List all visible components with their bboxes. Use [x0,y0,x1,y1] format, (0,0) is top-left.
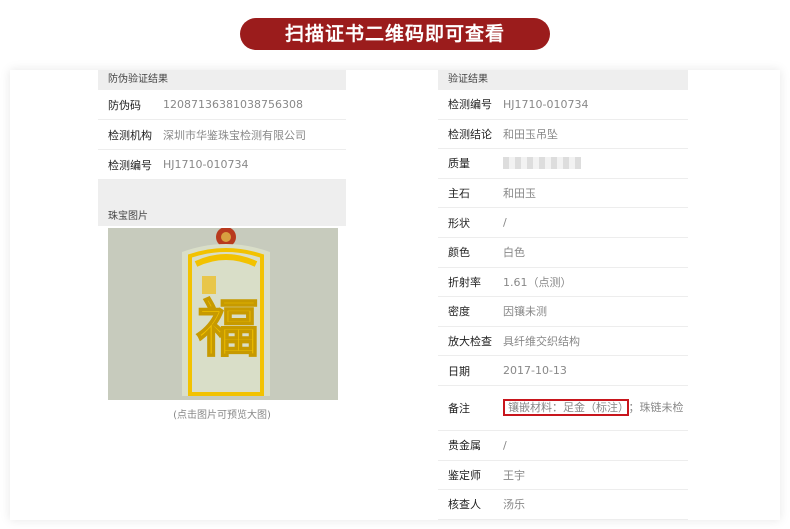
color-label: 颜色 [448,246,470,260]
shape-value: / [503,216,507,230]
precious-metal-value: / [503,438,507,452]
pendant-image: 福 [108,228,338,400]
r-test-number-value: HJ1710-010734 [503,97,589,111]
anti-fake-header: 防伪验证结果 [98,70,346,90]
test-number-label: 检测编号 [108,158,152,172]
weight-label: 质量 [448,157,470,171]
appraiser-value: 王宇 [503,468,525,482]
r-test-number-label: 检测编号 [448,98,492,112]
appraiser-label: 鉴定师 [448,468,481,482]
row-test-number: 检测编号 HJ1710-010734 [98,150,346,180]
photo-header: 珠宝图片 [98,208,346,226]
fu-character: 福 [196,292,259,365]
weight-blurred-value [503,157,581,170]
section-spacer [98,180,346,208]
density-label: 密度 [448,305,470,319]
refractive-index-label: 折射率 [448,275,481,289]
institution-label: 检测机构 [108,128,152,142]
anti-fake-code-value: 12087136381038756308 [163,98,303,111]
remarks-value: 镶嵌材料：足金（标注） ；珠链未检 [503,399,684,417]
row-institution: 检测机构 深圳市华鉴珠宝检测有限公司 [98,120,346,150]
jewelry-photo[interactable]: 福 [108,228,338,400]
magnification-label: 放大检查 [448,335,492,349]
anti-fake-code-label: 防伪码 [108,98,141,112]
row-refractive-index: 折射率 1.61（点测） [438,268,688,298]
row-magnification: 放大检查 具纤维交织结构 [438,327,688,357]
row-appraiser: 鉴定师 王宇 [438,461,688,491]
photo-caption[interactable]: (点击图片可预览大图) [98,406,346,421]
verification-section: 验证结果 检测编号 HJ1710-010734 检测结论 和田玉吊坠 质量 主石… [438,70,688,520]
institution-value: 深圳市华鉴珠宝检测有限公司 [163,128,306,142]
remarks-label: 备注 [448,401,470,415]
verification-header: 验证结果 [438,70,688,90]
shape-label: 形状 [448,216,470,230]
anti-fake-section: 防伪验证结果 防伪码 12087136381038756308 检测机构 深圳市… [98,70,346,226]
remarks-highlight: 镶嵌材料：足金（标注） [503,399,629,417]
date-label: 日期 [448,364,470,378]
conclusion-value: 和田玉吊坠 [503,127,558,141]
result-card: 防伪验证结果 防伪码 12087136381038756308 检测机构 深圳市… [10,70,780,520]
remarks-rest: ；珠链未检 [628,401,684,415]
date-value: 2017-10-13 [503,364,567,378]
magnification-value: 具纤维交织结构 [503,335,580,349]
row-shape: 形状 / [438,208,688,238]
reviewer-label: 核查人 [448,498,481,512]
row-weight: 质量 [438,149,688,179]
precious-metal-label: 贵金属 [448,439,481,453]
row-color: 颜色 白色 [438,238,688,268]
main-stone-label: 主石 [448,187,470,201]
test-number-value: HJ1710-010734 [163,158,249,171]
refractive-index-value: 1.61（点测） [503,275,572,289]
conclusion-label: 检测结论 [448,127,492,141]
row-anti-fake-code: 防伪码 12087136381038756308 [98,90,346,120]
title-banner: 扫描证书二维码即可查看 [240,18,550,50]
row-main-stone: 主石 和田玉 [438,179,688,209]
row-precious-metal: 贵金属 / [438,431,688,461]
row-remarks: 备注 镶嵌材料：足金（标注） ；珠链未检 [438,386,688,431]
density-value: 因镶未测 [503,305,547,319]
row-reviewer: 核查人 汤乐 [438,490,688,520]
reviewer-value: 汤乐 [503,498,525,512]
color-value: 白色 [503,246,525,260]
row-density: 密度 因镶未测 [438,297,688,327]
main-stone-value: 和田玉 [503,187,536,201]
row-r-test-number: 检测编号 HJ1710-010734 [438,90,688,120]
row-date: 日期 2017-10-13 [438,356,688,386]
row-conclusion: 检测结论 和田玉吊坠 [438,120,688,150]
